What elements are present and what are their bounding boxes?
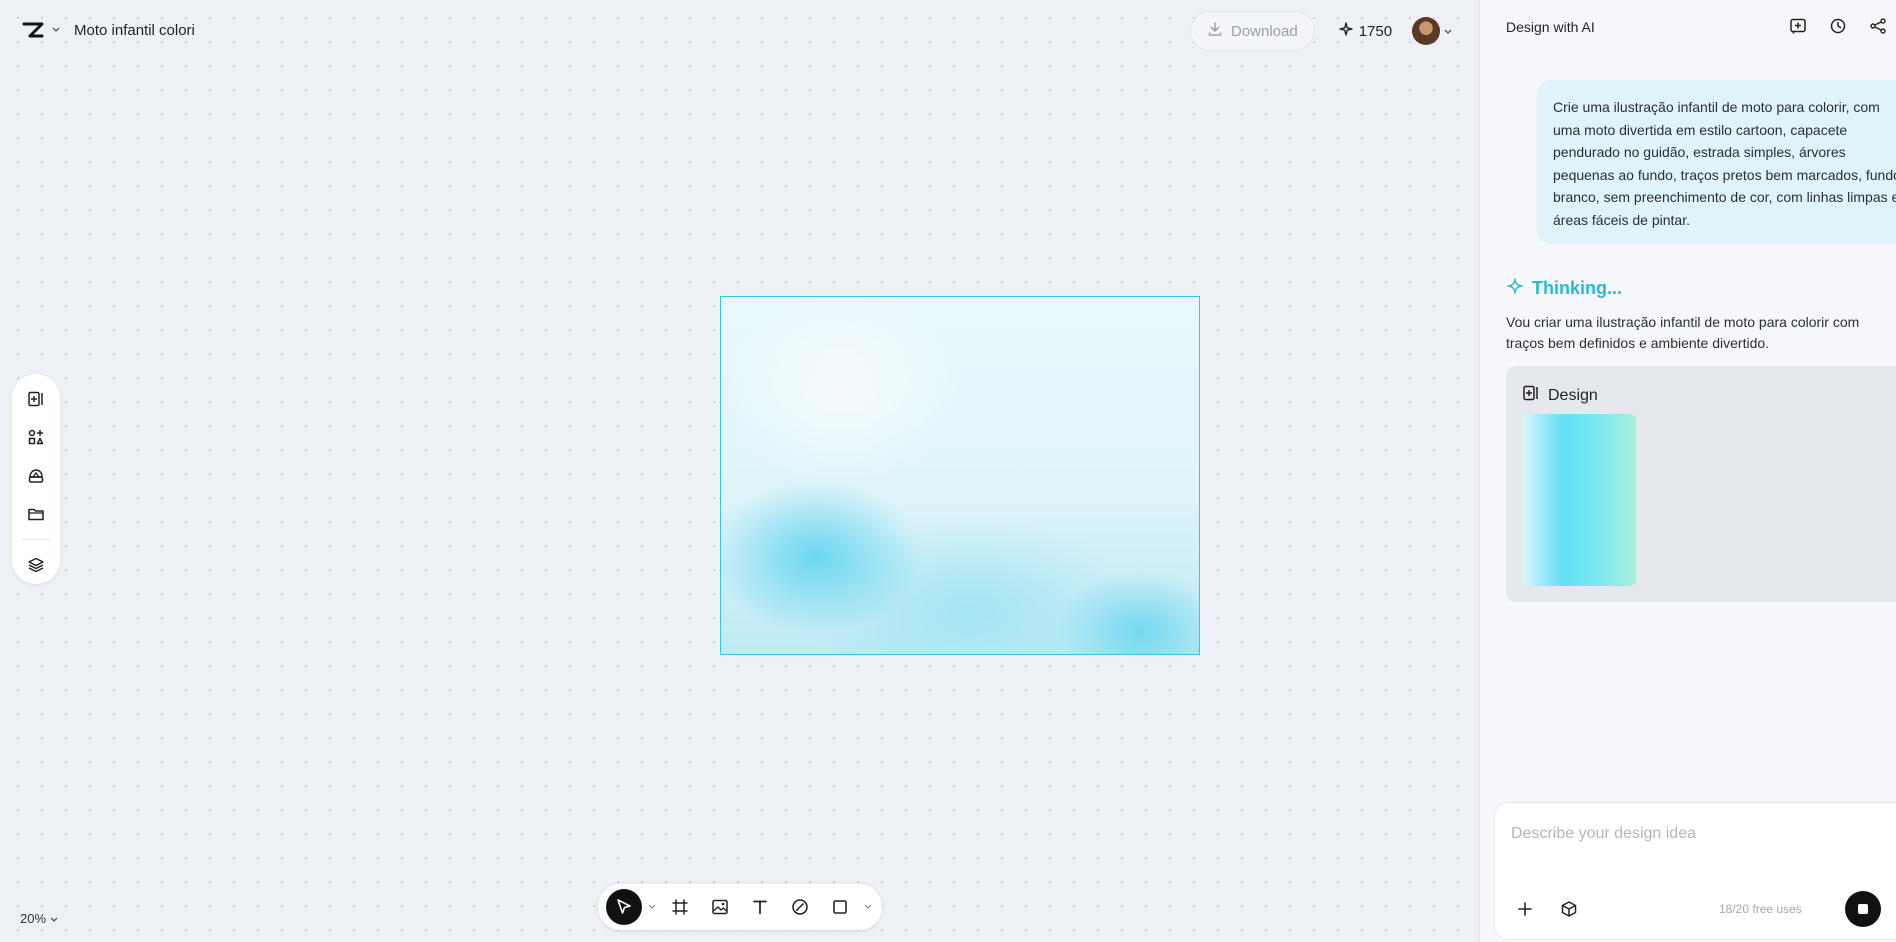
pen-icon[interactable] [782,889,818,925]
logo-menu-chevron-icon[interactable] [52,25,60,36]
composer-tools [1511,895,1583,923]
zoom-chevron-icon [50,911,58,926]
free-uses-counter: 18/20 free uses [1719,902,1802,916]
zoom-control[interactable]: 20% [20,911,58,926]
brand-kit-icon[interactable] [18,458,54,492]
add-attachment-icon[interactable] [1511,895,1539,923]
ai-spark-icon [1506,277,1524,300]
add-page-icon[interactable] [18,382,54,416]
text-icon[interactable] [742,889,778,925]
project-header: Moto infantil colori [22,18,195,42]
select-tool-chevron-icon[interactable] [646,902,658,912]
credits-counter[interactable]: 1750 [1339,22,1392,40]
cube-model-icon[interactable] [1555,895,1583,923]
sparkle-icon [1339,22,1353,40]
download-label: Download [1231,22,1298,40]
shape-icon[interactable] [822,889,858,925]
prompt-composer: 18/20 free uses [1494,802,1896,940]
design-page-icon [1522,384,1540,407]
elements-icon[interactable] [18,420,54,454]
account-menu[interactable] [1406,17,1452,45]
image-icon[interactable] [702,889,738,925]
thinking-indicator: Thinking... [1506,277,1622,300]
assistant-reply: Vou criar uma ilustração infantil de mot… [1506,314,1860,351]
layers-icon[interactable] [18,548,54,582]
panel-actions [1786,14,1896,38]
design-result-card[interactable]: Design [1506,366,1896,602]
rail-divider [21,538,51,540]
design-card-header: Design [1522,384,1598,407]
new-chat-icon[interactable] [1786,14,1810,38]
branch-icon[interactable] [1866,14,1890,38]
stop-icon [1858,904,1868,914]
credits-value: 1750 [1358,22,1393,40]
account-chevron-icon [1444,22,1452,40]
design-canvas[interactable]: Moto infantil colori Download 1750 20% [0,0,1479,942]
design-card-title: Design [1548,386,1598,404]
thinking-label: Thinking... [1532,278,1622,298]
folder-icon[interactable] [18,497,54,531]
left-tool-rail [12,374,60,584]
panel-header: Design with AI [1506,16,1896,38]
download-button[interactable]: Download [1190,11,1315,51]
bottom-toolbar [598,884,882,930]
prompt-input[interactable] [1511,825,1871,843]
stop-generation-button[interactable] [1845,891,1881,927]
artboard-generating[interactable] [720,296,1200,655]
design-thumbnail[interactable] [1522,414,1636,586]
select-pointer-icon[interactable] [606,889,642,925]
panel-title: Design with AI [1506,19,1595,35]
zoom-value: 20% [20,911,47,926]
shape-tool-chevron-icon[interactable] [862,902,874,912]
frame-icon[interactable] [662,889,698,925]
top-actions: Download 1750 [1190,10,1460,52]
avatar [1412,17,1441,45]
user-message: Crie uma ilustração infantil de moto par… [1537,80,1896,244]
history-icon[interactable] [1826,14,1850,38]
project-title[interactable]: Moto infantil colori [74,22,195,39]
ai-panel: Design with AI Crie uma ilustração infan… [1479,0,1896,942]
download-icon [1207,21,1223,41]
app-logo-icon[interactable] [22,21,44,39]
